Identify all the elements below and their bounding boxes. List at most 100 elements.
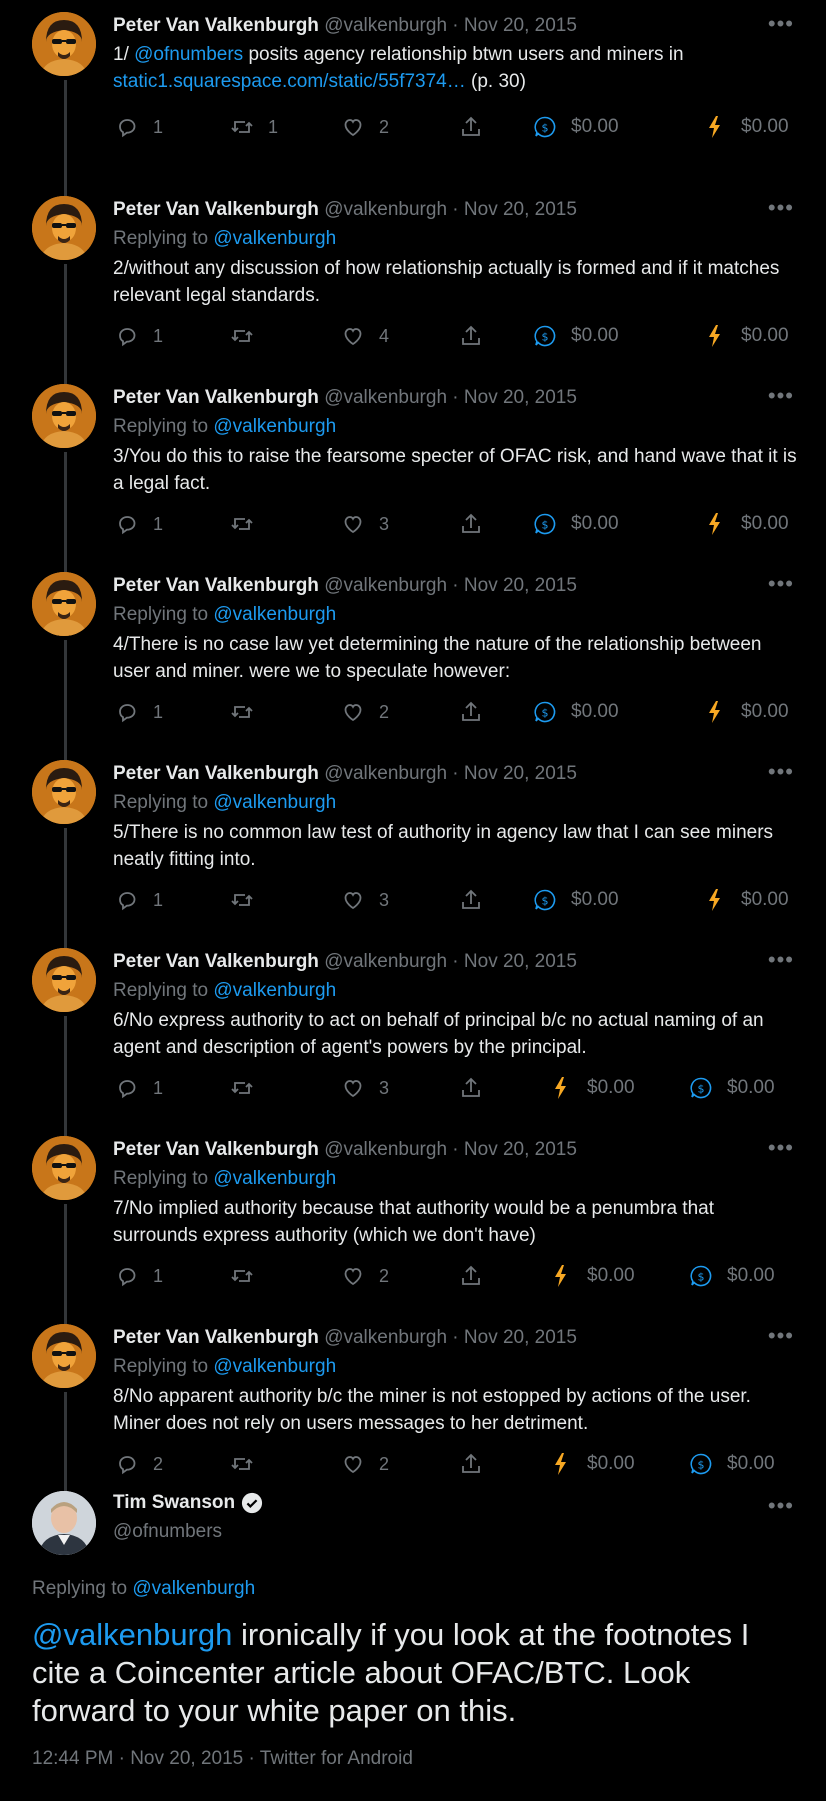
url-link[interactable]: static1.squarespace.com/static/55f7374… <box>113 71 466 92</box>
tweet-date[interactable]: Nov 20, 2015 <box>464 951 577 972</box>
avatar[interactable] <box>32 1324 96 1388</box>
replying-to-link[interactable]: @valkenburgh <box>213 416 336 437</box>
tweet[interactable]: Peter Van Valkenburgh @valkenburgh · Nov… <box>0 936 826 1124</box>
avatar[interactable] <box>32 1491 96 1555</box>
reply-button[interactable]: 1 <box>115 321 163 351</box>
retweet-button[interactable]: 1 <box>230 112 278 142</box>
replying-to-link[interactable]: @valkenburgh <box>213 1356 336 1377</box>
author-handle[interactable]: @valkenburgh <box>324 763 447 784</box>
author-handle[interactable]: @valkenburgh <box>324 575 447 596</box>
tweet[interactable]: Peter Van Valkenburgh @valkenburgh · Nov… <box>0 0 826 188</box>
replying-to-link[interactable]: @valkenburgh <box>132 1578 255 1599</box>
author-name[interactable]: Tim Swanson <box>113 1492 263 1514</box>
author-name[interactable]: Peter Van Valkenburgh <box>113 575 319 596</box>
author-handle[interactable]: @ofnumbers <box>113 1521 222 1543</box>
tweet-date[interactable]: Nov 20, 2015 <box>464 387 577 408</box>
mention-link[interactable]: @valkenburgh <box>32 1617 232 1652</box>
tweet-date[interactable]: Nov 20, 2015 <box>464 199 577 220</box>
like-button[interactable]: 2 <box>341 112 389 142</box>
tweet[interactable]: Peter Van Valkenburgh @valkenburgh · Nov… <box>0 372 826 560</box>
tweet[interactable]: Peter Van Valkenburgh @valkenburgh · Nov… <box>0 560 826 748</box>
lightning-tip-button[interactable]: $0.00 <box>549 1261 635 1291</box>
replying-to-link[interactable]: @valkenburgh <box>213 1168 336 1189</box>
share-button[interactable] <box>459 321 497 351</box>
tweet-date[interactable]: Nov 20, 2015 <box>464 15 577 36</box>
avatar[interactable] <box>32 572 96 636</box>
tweet[interactable]: Peter Van Valkenburgh @valkenburgh · Nov… <box>0 184 826 372</box>
author-name[interactable]: Peter Van Valkenburgh <box>113 15 319 36</box>
share-button[interactable] <box>459 509 497 539</box>
like-button[interactable]: 2 <box>341 1261 389 1291</box>
author-name[interactable]: Peter Van Valkenburgh <box>113 1139 319 1160</box>
dollar-tip-button[interactable]: $ $0.00 <box>689 1449 775 1479</box>
reply-button[interactable]: 1 <box>115 1261 163 1291</box>
share-button[interactable] <box>459 1449 497 1479</box>
dollar-tip-button[interactable]: $ $0.00 <box>689 1261 775 1291</box>
reply-button[interactable]: 1 <box>115 509 163 539</box>
more-icon[interactable]: ••• <box>768 573 794 595</box>
more-icon[interactable]: ••• <box>768 1325 794 1347</box>
tweet-date[interactable]: Nov 20, 2015 <box>464 1139 577 1160</box>
tweet-timestamp[interactable]: 12:44 PM · Nov 20, 2015 · Twitter for An… <box>32 1748 413 1770</box>
more-icon[interactable]: ••• <box>768 761 794 783</box>
dollar-tip-button[interactable]: $ $0.00 <box>533 112 619 142</box>
author-name[interactable]: Peter Van Valkenburgh <box>113 951 319 972</box>
tweet[interactable]: Peter Van Valkenburgh @valkenburgh · Nov… <box>0 1312 826 1500</box>
like-button[interactable]: 3 <box>341 885 389 915</box>
tweet[interactable]: Peter Van Valkenburgh @valkenburgh · Nov… <box>0 748 826 936</box>
author-handle[interactable]: @valkenburgh <box>324 1327 447 1348</box>
more-icon[interactable]: ••• <box>768 385 794 407</box>
more-icon[interactable]: ••• <box>768 1495 794 1517</box>
share-button[interactable] <box>459 697 497 727</box>
author-handle[interactable]: @valkenburgh <box>324 1139 447 1160</box>
retweet-button[interactable] <box>230 1261 268 1291</box>
dollar-tip-button[interactable]: $ $0.00 <box>533 885 619 915</box>
avatar[interactable] <box>32 384 96 448</box>
avatar[interactable] <box>32 196 96 260</box>
like-button[interactable]: 2 <box>341 1449 389 1479</box>
author-handle[interactable]: @valkenburgh <box>324 15 447 36</box>
lightning-tip-button[interactable]: $0.00 <box>703 509 789 539</box>
tweet-date[interactable]: Nov 20, 2015 <box>464 575 577 596</box>
more-icon[interactable]: ••• <box>768 197 794 219</box>
author-handle[interactable]: @valkenburgh <box>324 199 447 220</box>
tweet-date[interactable]: Nov 20, 2015 <box>464 1327 577 1348</box>
retweet-button[interactable] <box>230 1449 268 1479</box>
replying-to-link[interactable]: @valkenburgh <box>213 792 336 813</box>
share-button[interactable] <box>459 1073 497 1103</box>
author-name[interactable]: Peter Van Valkenburgh <box>113 387 319 408</box>
share-button[interactable] <box>459 112 497 142</box>
dollar-tip-button[interactable]: $ $0.00 <box>533 321 619 351</box>
dollar-tip-button[interactable]: $ $0.00 <box>689 1073 775 1103</box>
author-name[interactable]: Peter Van Valkenburgh <box>113 199 319 220</box>
author-handle[interactable]: @valkenburgh <box>324 951 447 972</box>
like-button[interactable]: 4 <box>341 321 389 351</box>
author-handle[interactable]: @valkenburgh <box>324 387 447 408</box>
reply-button[interactable]: 1 <box>115 885 163 915</box>
lightning-tip-button[interactable]: $0.00 <box>703 697 789 727</box>
dollar-tip-button[interactable]: $ $0.00 <box>533 509 619 539</box>
reply-button[interactable]: 2 <box>115 1449 163 1479</box>
avatar[interactable] <box>32 948 96 1012</box>
share-button[interactable] <box>459 885 497 915</box>
replying-to-link[interactable]: @valkenburgh <box>213 980 336 1001</box>
mention-link[interactable]: @ofnumbers <box>134 44 243 65</box>
retweet-button[interactable] <box>230 1073 268 1103</box>
reply-button[interactable]: 1 <box>115 697 163 727</box>
like-button[interactable]: 2 <box>341 697 389 727</box>
share-button[interactable] <box>459 1261 497 1291</box>
more-icon[interactable]: ••• <box>768 13 794 35</box>
retweet-button[interactable] <box>230 509 268 539</box>
dollar-tip-button[interactable]: $ $0.00 <box>533 697 619 727</box>
avatar[interactable] <box>32 1136 96 1200</box>
lightning-tip-button[interactable]: $0.00 <box>703 112 789 142</box>
retweet-button[interactable] <box>230 321 268 351</box>
tweet-date[interactable]: Nov 20, 2015 <box>464 763 577 784</box>
lightning-tip-button[interactable]: $0.00 <box>703 321 789 351</box>
replying-to-link[interactable]: @valkenburgh <box>213 228 336 249</box>
avatar[interactable] <box>32 12 96 76</box>
lightning-tip-button[interactable]: $0.00 <box>703 885 789 915</box>
tweet[interactable]: Peter Van Valkenburgh @valkenburgh · Nov… <box>0 1124 826 1312</box>
more-icon[interactable]: ••• <box>768 949 794 971</box>
like-button[interactable]: 3 <box>341 509 389 539</box>
